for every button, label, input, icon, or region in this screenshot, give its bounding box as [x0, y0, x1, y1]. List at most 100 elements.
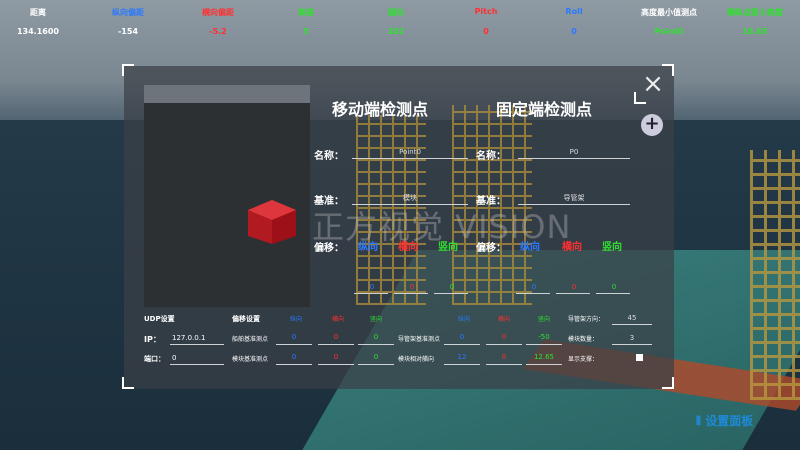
mobile-name-label: 名称： — [314, 151, 344, 162]
input-underline — [526, 344, 562, 345]
panel-corner — [122, 64, 134, 76]
value-lateral: -5.2 — [209, 27, 227, 36]
module-heading-vertical-input[interactable]: 12.65 — [526, 353, 562, 361]
header-height-diff: 高差 — [298, 8, 314, 17]
row-jacket-datum-label: 导管架基准测点 — [398, 336, 441, 343]
crane-structure — [750, 150, 800, 400]
input-underline — [394, 293, 428, 294]
jacket-angle-label: 导管架方向： — [568, 316, 605, 323]
fixed-name-label: 名称： — [476, 151, 506, 162]
input-underline — [526, 364, 562, 365]
module-heading-lateral-input[interactable]: 0 — [486, 353, 522, 361]
module-datum-lateral-input[interactable]: 0 — [318, 353, 354, 361]
ship-datum-lateral-input[interactable]: 0 — [318, 333, 354, 341]
port-input[interactable]: 0 — [172, 354, 176, 362]
offset-axis-vertical: 竖向 — [370, 316, 383, 323]
right-axis-vertical: 竖向 — [538, 316, 551, 323]
jacket-datum-longitudinal-input[interactable]: 0 — [444, 333, 480, 341]
module-datum-vertical-input[interactable]: 0 — [358, 353, 394, 361]
offset-axis-lateral: 横向 — [332, 316, 345, 323]
settings-panel-label: 设置面板 — [705, 414, 754, 428]
input-underline — [358, 364, 394, 365]
input-underline — [516, 293, 550, 294]
bars-icon: ⫴ — [696, 414, 706, 428]
panel-corner — [122, 377, 134, 389]
input-underline — [596, 293, 630, 294]
module-count-label: 模块数量： — [568, 336, 599, 343]
input-underline — [276, 344, 312, 345]
fixed-offset-lateral-input[interactable]: 0 — [556, 283, 592, 291]
input-underline — [318, 344, 354, 345]
ip-label: IP： — [144, 335, 161, 344]
input-underline — [276, 364, 312, 365]
camera-preview — [144, 85, 310, 307]
close-icon[interactable]: × — [640, 71, 666, 98]
input-underline — [318, 364, 354, 365]
right-axis-longitudinal: 纵向 — [458, 316, 471, 323]
panel-corner — [662, 377, 674, 389]
mobile-offset-longitudinal-input[interactable]: 0 — [354, 283, 390, 291]
preview-status-strip — [144, 85, 310, 103]
status-bar: 距离 纵向偏距 横向偏距 高差 艏向 Pitch Roll 高度最小值测点 横纵… — [0, 0, 800, 48]
show-support-label: 显示支撑： — [568, 356, 599, 363]
header-lateral: 横向偏距 — [202, 8, 234, 17]
header-roll: Roll — [565, 7, 583, 16]
mobile-point-title: 移动端检测点 — [332, 100, 429, 119]
module-count-input[interactable]: 3 — [614, 334, 650, 342]
input-underline — [612, 324, 652, 325]
header-pitch: Pitch — [474, 7, 498, 16]
module-datum-longitudinal-input[interactable]: 0 — [276, 353, 312, 361]
header-heading: 艏向 — [388, 8, 404, 17]
input-underline — [556, 293, 590, 294]
fixed-name-underline — [518, 158, 630, 159]
module-heading-longitudinal-input[interactable]: 12 — [444, 353, 480, 361]
input-underline — [612, 344, 652, 345]
input-underline — [444, 344, 480, 345]
add-icon[interactable]: + — [641, 114, 663, 136]
value-roll: 0 — [571, 27, 577, 36]
jacket-angle-input[interactable]: 45 — [614, 314, 650, 322]
input-underline — [486, 344, 522, 345]
input-underline — [434, 293, 468, 294]
value-height-diff: 5 — [303, 27, 309, 36]
input-underline — [170, 344, 224, 345]
jacket-datum-lateral-input[interactable]: 0 — [486, 333, 522, 341]
value-distance: 134.1600 — [16, 27, 59, 36]
header-distance: 距离 — [30, 8, 46, 17]
fixed-name-input[interactable]: P0 — [518, 148, 630, 156]
fixed-offset-longitudinal-input[interactable]: 0 — [516, 283, 552, 291]
mobile-offset-lateral-input[interactable]: 0 — [394, 283, 430, 291]
right-axis-lateral: 横向 — [498, 316, 511, 323]
row-module-heading-label: 模块相对艏向 — [398, 356, 435, 363]
value-min-height: 18.65 — [742, 27, 768, 36]
input-underline — [354, 293, 388, 294]
mobile-offset-vertical-input[interactable]: 0 — [434, 283, 470, 291]
port-label: 端口： — [144, 355, 165, 363]
input-underline — [170, 364, 224, 365]
watermark-logo-icon — [248, 200, 296, 244]
ship-datum-vertical-input[interactable]: 0 — [358, 333, 394, 341]
value-longitudinal: -154 — [117, 27, 139, 36]
fixed-offset-vertical-input[interactable]: 0 — [596, 283, 632, 291]
udp-settings-title: UDP设置 — [144, 315, 175, 323]
settings-panel-button[interactable]: ⫴ 设置面板 — [696, 412, 753, 429]
fixed-axis-vertical: 竖向 — [602, 242, 622, 253]
ip-input[interactable]: 127.0.0.1 — [172, 334, 205, 342]
fixed-point-title: 固定端检测点 — [496, 100, 593, 119]
row-ship-datum-label: 船舶基准测点 — [232, 336, 269, 343]
ship-datum-longitudinal-input[interactable]: 0 — [276, 333, 312, 341]
header-min-height: 横纵点距小高度 — [727, 8, 783, 17]
mobile-name-input[interactable]: Point0 — [352, 148, 468, 156]
value-heading: 202 — [387, 27, 405, 36]
offset-settings-title: 偏移设置 — [232, 315, 260, 323]
value-pitch: 0 — [483, 27, 489, 36]
jacket-datum-vertical-input[interactable]: -50 — [526, 333, 562, 341]
watermark-text: 正方视觉 VISION — [312, 208, 572, 246]
show-support-checkbox[interactable] — [636, 354, 643, 361]
offset-axis-longitudinal: 纵向 — [290, 316, 303, 323]
input-underline — [444, 364, 480, 365]
header-longitudinal: 纵向偏距 — [112, 8, 144, 17]
mobile-name-underline — [352, 158, 468, 159]
input-underline — [358, 344, 394, 345]
row-module-datum-label: 模块基准测点 — [232, 356, 269, 363]
